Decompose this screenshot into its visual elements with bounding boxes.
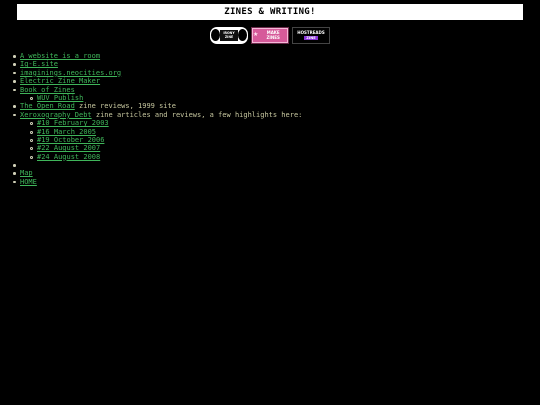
list-item: The Open Road zine reviews, 1999 site — [13, 102, 533, 110]
website-is-room-link[interactable]: A website is a room — [20, 52, 100, 60]
list-item: #22 August 2007 — [30, 144, 533, 152]
issue-link[interactable]: #16 March 2005 — [37, 128, 96, 136]
star-icon: ★ — [253, 31, 259, 39]
electric-zine-maker-link[interactable]: Electric Zine Maker — [20, 77, 100, 85]
list-item: Map — [13, 169, 533, 177]
ghostreads-badge-top: HOSTREADS — [297, 29, 325, 35]
wuv-publish-link[interactable]: WUV Publish — [37, 94, 83, 102]
open-road-link[interactable]: The Open Road — [20, 102, 75, 110]
imaginings-link[interactable]: imaginings.neocities.org — [20, 69, 121, 77]
map-link[interactable]: Map — [20, 169, 33, 177]
ig-site-link[interactable]: Ig-E.site — [20, 60, 58, 68]
irony-zine-badge[interactable]: IRONY ZINE — [210, 27, 248, 44]
issue-link[interactable]: #10 February 2003 — [37, 119, 109, 127]
zine-link-list: A website is a room Ig-E.site imaginings… — [13, 52, 533, 186]
home-link[interactable]: HOME — [20, 178, 37, 186]
issue-link[interactable]: #19 October 2006 — [37, 136, 104, 144]
issue-link[interactable]: #22 August 2007 — [37, 144, 100, 152]
blob-left-icon — [211, 29, 220, 41]
xeroxography-note: zine articles and reviews, a few highlig… — [91, 110, 303, 119]
list-item: A website is a room — [13, 52, 533, 60]
irony-zine-badge-label: IRONY ZINE — [220, 30, 238, 41]
open-road-note: zine reviews, 1999 site — [74, 102, 176, 111]
list-item: Ig-E.site — [13, 60, 533, 68]
book-of-zines-link[interactable]: Book of Zines — [20, 86, 75, 94]
list-item: imaginings.neocities.org — [13, 69, 533, 77]
xeroxography-link[interactable]: Xeroxography Debt — [20, 111, 92, 119]
list-item: #19 October 2006 — [30, 136, 533, 144]
badge-row: IRONY ZINE ★ MAKE ZINES HOSTREADS ZINE — [0, 27, 540, 44]
issue-link[interactable]: #24 August 2008 — [37, 153, 100, 161]
list-item: Electric Zine Maker — [13, 77, 533, 85]
list-item: Book of Zines — [13, 86, 533, 94]
ghostreads-zine-badge[interactable]: HOSTREADS ZINE — [292, 27, 330, 44]
list-item: WUV Publish — [30, 94, 533, 102]
blob-right-icon — [238, 29, 247, 41]
list-item: Xeroxography Debt zine articles and revi… — [13, 111, 533, 119]
page-title: ZINES & WRITING! — [17, 4, 523, 20]
list-item: #16 March 2005 — [30, 128, 533, 136]
make-zines-badge[interactable]: ★ MAKE ZINES — [251, 27, 289, 44]
list-item: #10 February 2003 — [30, 119, 533, 127]
list-item: HOME — [13, 178, 533, 186]
list-item: #24 August 2008 — [30, 153, 533, 161]
make-zines-badge-inner: ★ MAKE ZINES — [253, 29, 287, 42]
make-zines-badge-label: MAKE ZINES — [266, 30, 280, 40]
ghostreads-badge-bottom: ZINE — [304, 36, 318, 41]
list-spacer — [13, 161, 533, 169]
